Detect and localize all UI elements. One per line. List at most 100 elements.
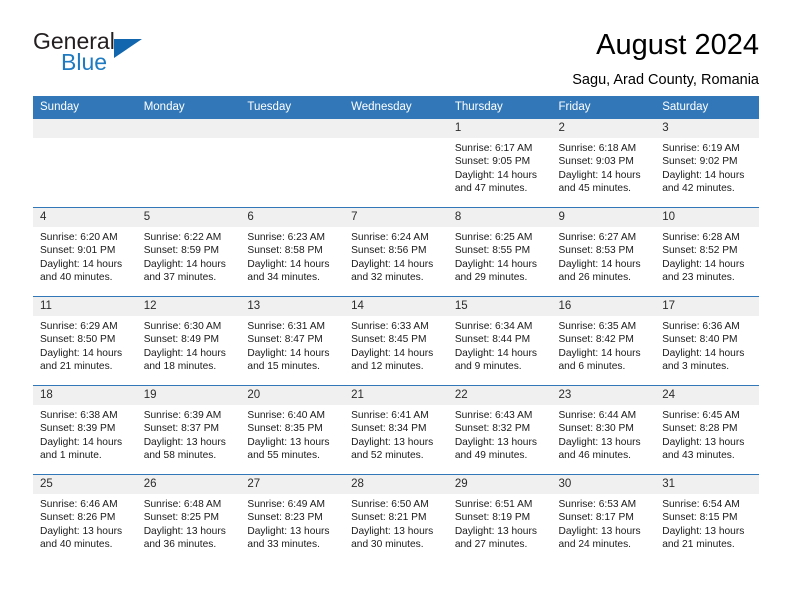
day-sun-info: Sunrise: 6:46 AM Sunset: 8:26 PM Daylight:… xyxy=(33,494,137,552)
sunset-text: Sunset: 8:59 PM xyxy=(143,245,220,257)
daylight-text-line2: and 30 minutes. xyxy=(351,539,424,551)
calendar-day-cell[interactable]: 11 Sunrise: 6:29 AM Sunset: 8:50 PM Dayligh… xyxy=(33,296,137,386)
generalblue-logo[interactable]: General Blue xyxy=(33,28,173,84)
calendar-day-cell[interactable]: 20 Sunrise: 6:40 AM Sunset: 8:35 PM Dayligh… xyxy=(240,385,345,475)
day-number: 18 xyxy=(33,386,137,405)
daylight-text-line2: and 45 minutes. xyxy=(558,183,632,195)
calendar-day-cell[interactable]: 21 Sunrise: 6:41 AM Sunset: 8:34 PM Dayligh… xyxy=(344,385,448,475)
daylight-text-line2: and 6 minutes. xyxy=(558,361,626,373)
calendar-day-cell[interactable]: 17 Sunrise: 6:36 AM Sunset: 8:40 PM Dayligh… xyxy=(655,296,759,386)
day-cell-inner: 6 Sunrise: 6:23 AM Sunset: 8:58 PM Daylight… xyxy=(240,208,345,296)
day-cell-inner: 20 Sunrise: 6:40 AM Sunset: 8:35 PM Dayligh… xyxy=(240,386,345,474)
calendar-week-row: 18 Sunrise: 6:38 AM Sunset: 8:39 PM Dayligh… xyxy=(33,385,759,475)
day-number: 5 xyxy=(136,208,241,227)
calendar-day-cell[interactable]: 3 Sunrise: 6:19 AM Sunset: 9:02 PM Daylight… xyxy=(655,118,759,208)
sunset-text: Sunset: 8:40 PM xyxy=(662,334,738,346)
sunrise-text: Sunrise: 6:18 AM xyxy=(558,143,637,154)
calendar-day-cell[interactable]: 23 Sunrise: 6:44 AM Sunset: 8:30 PM Dayligh… xyxy=(551,385,656,475)
calendar-day-cell[interactable]: 28 Sunrise: 6:50 AM Sunset: 8:21 PM Dayligh… xyxy=(344,474,448,564)
day-cell-inner: 9 Sunrise: 6:27 AM Sunset: 8:53 PM Daylight… xyxy=(551,208,656,296)
sunrise-text: Sunrise: 6:43 AM xyxy=(454,410,533,421)
daylight-text-line1: Daylight: 13 hours xyxy=(40,525,123,537)
calendar-day-cell[interactable]: 19 Sunrise: 6:39 AM Sunset: 8:37 PM Dayligh… xyxy=(136,385,241,475)
calendar-day-cell[interactable]: 22 Sunrise: 6:43 AM Sunset: 8:32 PM Dayligh… xyxy=(447,385,552,475)
day-number: 20 xyxy=(240,386,345,405)
calendar-day-cell[interactable]: 31 Sunrise: 6:54 AM Sunset: 8:15 PM Dayligh… xyxy=(655,474,759,564)
calendar-day-cell[interactable]: 1 Sunrise: 6:17 AM Sunset: 9:05 PM Daylight… xyxy=(447,118,552,208)
sunset-text: Sunset: 8:32 PM xyxy=(454,423,531,435)
calendar-head: Sunday Monday Tuesday Wednesday Thursday… xyxy=(33,96,759,119)
sunset-text: Sunset: 8:39 PM xyxy=(40,423,116,435)
day-number: 17 xyxy=(655,297,759,316)
daylight-text-line2: and 34 minutes. xyxy=(247,272,320,284)
day-number: 21 xyxy=(344,386,448,405)
calendar-cell-empty xyxy=(344,118,448,208)
day-number: 4 xyxy=(33,208,137,227)
sunset-text: Sunset: 8:30 PM xyxy=(558,423,634,435)
day-cell-inner: 18 Sunrise: 6:38 AM Sunset: 8:39 PM Dayligh… xyxy=(33,386,137,474)
sunrise-text: Sunrise: 6:19 AM xyxy=(662,143,740,154)
day-sun-info: Sunrise: 6:33 AM Sunset: 8:45 PM Daylight:… xyxy=(344,316,448,374)
calendar-body: 1 Sunrise: 6:17 AM Sunset: 9:05 PM Daylight… xyxy=(33,118,759,564)
sunrise-text: Sunrise: 6:51 AM xyxy=(454,499,533,510)
sunset-text: Sunset: 9:02 PM xyxy=(662,156,738,168)
day-number: 11 xyxy=(33,297,137,316)
calendar-day-cell[interactable]: 15 Sunrise: 6:34 AM Sunset: 8:44 PM Dayligh… xyxy=(447,296,552,386)
calendar-day-cell[interactable]: 25 Sunrise: 6:46 AM Sunset: 8:26 PM Dayligh… xyxy=(33,474,137,564)
daylight-text-line1: Daylight: 14 hours xyxy=(40,258,123,270)
sunset-text: Sunset: 8:17 PM xyxy=(558,512,634,524)
daylight-text-line2: and 33 minutes. xyxy=(247,539,320,551)
calendar-day-cell[interactable]: 10 Sunrise: 6:28 AM Sunset: 8:52 PM Dayligh… xyxy=(655,207,759,297)
daylight-text-line1: Daylight: 14 hours xyxy=(143,258,226,270)
daylight-text-line1: Daylight: 14 hours xyxy=(558,347,641,359)
day-cell-inner: 10 Sunrise: 6:28 AM Sunset: 8:52 PM Dayligh… xyxy=(655,208,759,296)
calendar-day-cell[interactable]: 4 Sunrise: 6:20 AM Sunset: 9:01 PM Daylight… xyxy=(33,207,137,297)
calendar-day-cell[interactable]: 13 Sunrise: 6:31 AM Sunset: 8:47 PM Dayligh… xyxy=(240,296,345,386)
calendar-day-cell[interactable]: 27 Sunrise: 6:49 AM Sunset: 8:23 PM Dayligh… xyxy=(240,474,345,564)
day-number: 29 xyxy=(447,475,552,494)
calendar-day-cell[interactable]: 6 Sunrise: 6:23 AM Sunset: 8:58 PM Daylight… xyxy=(240,207,345,297)
calendar-day-cell[interactable]: 14 Sunrise: 6:33 AM Sunset: 8:45 PM Dayligh… xyxy=(344,296,448,386)
sunset-text: Sunset: 9:03 PM xyxy=(558,156,634,168)
day-number: 13 xyxy=(240,297,345,316)
day-sun-info: Sunrise: 6:19 AM Sunset: 9:02 PM Daylight:… xyxy=(655,138,759,196)
day-cell-inner: 4 Sunrise: 6:20 AM Sunset: 9:01 PM Daylight… xyxy=(33,208,137,296)
sunrise-text: Sunrise: 6:41 AM xyxy=(351,410,429,421)
sunset-text: Sunset: 8:50 PM xyxy=(40,334,116,346)
day-cell-inner: 16 Sunrise: 6:35 AM Sunset: 8:42 PM Dayligh… xyxy=(551,297,656,385)
sunset-text: Sunset: 8:45 PM xyxy=(351,334,427,346)
sunrise-text: Sunrise: 6:23 AM xyxy=(247,232,325,243)
weekday-header-sunday: Sunday xyxy=(33,96,137,119)
calendar-day-cell[interactable]: 7 Sunrise: 6:24 AM Sunset: 8:56 PM Daylight… xyxy=(344,207,448,297)
day-cell-inner: 21 Sunrise: 6:41 AM Sunset: 8:34 PM Dayligh… xyxy=(344,386,448,474)
calendar-day-cell[interactable]: 24 Sunrise: 6:45 AM Sunset: 8:28 PM Dayligh… xyxy=(655,385,759,475)
calendar-day-cell[interactable]: 29 Sunrise: 6:51 AM Sunset: 8:19 PM Dayligh… xyxy=(447,474,552,564)
calendar-day-cell[interactable]: 8 Sunrise: 6:25 AM Sunset: 8:55 PM Daylight… xyxy=(447,207,552,297)
daylight-text-line2: and 40 minutes. xyxy=(40,539,113,551)
daylight-text-line1: Daylight: 14 hours xyxy=(247,258,330,270)
calendar-day-cell[interactable]: 30 Sunrise: 6:53 AM Sunset: 8:17 PM Dayligh… xyxy=(551,474,656,564)
daylight-text-line1: Daylight: 13 hours xyxy=(247,436,330,448)
calendar-day-cell[interactable]: 2 Sunrise: 6:18 AM Sunset: 9:03 PM Daylight… xyxy=(551,118,656,208)
page-subtitle: Sagu, Arad County, Romania xyxy=(572,72,759,88)
day-sun-info: Sunrise: 6:51 AM Sunset: 8:19 PM Daylight:… xyxy=(448,494,552,552)
calendar-day-cell[interactable]: 5 Sunrise: 6:22 AM Sunset: 8:59 PM Daylight… xyxy=(136,207,241,297)
day-sun-info: Sunrise: 6:39 AM Sunset: 8:37 PM Daylight:… xyxy=(137,405,241,463)
sunset-text: Sunset: 8:25 PM xyxy=(143,512,220,524)
calendar-day-cell[interactable]: 12 Sunrise: 6:30 AM Sunset: 8:49 PM Dayligh… xyxy=(136,296,241,386)
calendar-day-cell[interactable]: 26 Sunrise: 6:48 AM Sunset: 8:25 PM Dayligh… xyxy=(136,474,241,564)
calendar-day-cell[interactable]: 9 Sunrise: 6:27 AM Sunset: 8:53 PM Daylight… xyxy=(551,207,656,297)
sunset-text: Sunset: 8:28 PM xyxy=(662,423,738,435)
calendar-day-cell[interactable]: 16 Sunrise: 6:35 AM Sunset: 8:42 PM Dayligh… xyxy=(551,296,656,386)
day-cell-inner: 29 Sunrise: 6:51 AM Sunset: 8:19 PM Dayligh… xyxy=(447,475,552,564)
daylight-text-line2: and 18 minutes. xyxy=(143,361,217,373)
sunrise-text: Sunrise: 6:28 AM xyxy=(662,232,740,243)
calendar-day-cell[interactable]: 18 Sunrise: 6:38 AM Sunset: 8:39 PM Dayligh… xyxy=(33,385,137,475)
daylight-text-line1: Daylight: 14 hours xyxy=(662,347,745,359)
logo-triangle-icon xyxy=(114,39,142,58)
day-cell-inner: 17 Sunrise: 6:36 AM Sunset: 8:40 PM Dayligh… xyxy=(655,297,759,385)
day-cell-inner: 8 Sunrise: 6:25 AM Sunset: 8:55 PM Daylight… xyxy=(447,208,552,296)
weekday-header-friday: Friday xyxy=(551,96,656,119)
day-sun-info: Sunrise: 6:29 AM Sunset: 8:50 PM Daylight:… xyxy=(33,316,137,374)
day-sun-info: Sunrise: 6:43 AM Sunset: 8:32 PM Daylight:… xyxy=(448,405,552,463)
